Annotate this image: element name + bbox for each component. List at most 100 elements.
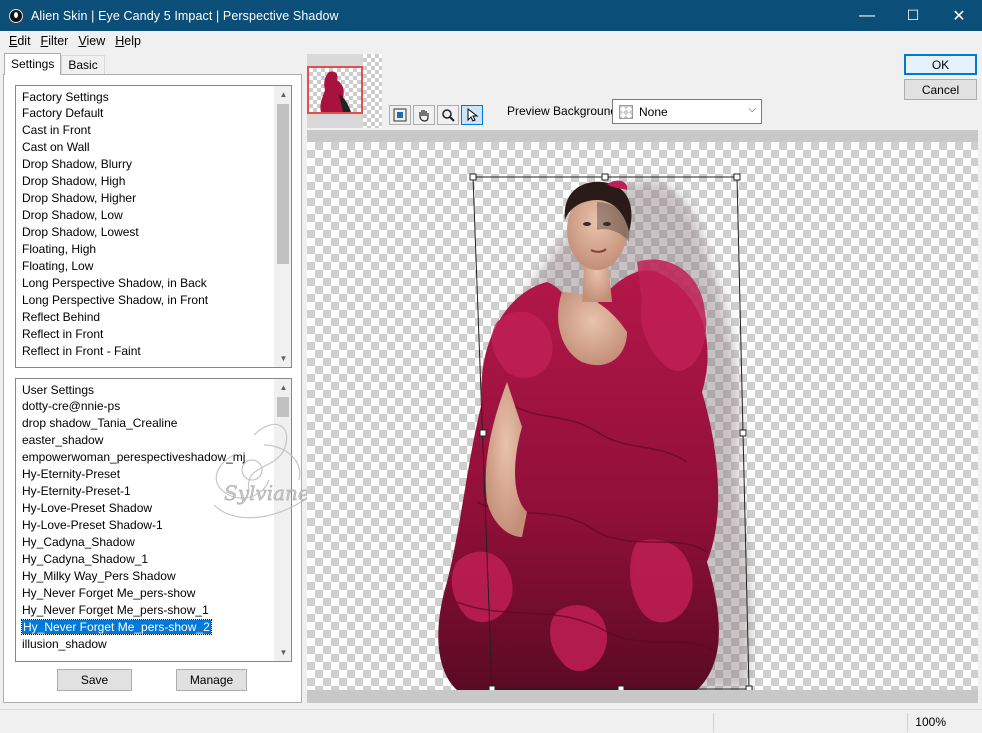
list-item-label: Drop Shadow, High [22, 174, 126, 188]
list-item[interactable]: Long Perspective Shadow, in Front [16, 292, 274, 309]
settings-panel: Factory Settings Factory Default Cast in … [3, 74, 310, 703]
list-item-label: Drop Shadow, Low [22, 208, 123, 222]
thumbnail-image [320, 71, 351, 112]
list-item-label: dotty-cre@nnie-ps [22, 399, 121, 413]
factory-settings-header: Factory Settings [22, 90, 109, 104]
list-item[interactable]: Hy_Never Forget Me_pers-show [16, 585, 274, 602]
list-item-label: drop shadow_Tania_Crealine [22, 416, 178, 430]
scroll-down-icon[interactable]: ▼ [275, 644, 291, 661]
app-icon[interactable] [9, 8, 23, 23]
list-item[interactable]: Hy_Cadyna_Shadow [16, 534, 274, 551]
factory-scroll-thumb[interactable] [277, 104, 289, 264]
list-item-label: Hy_Milky Way_Pers Shadow [22, 569, 176, 583]
list-item-label: Drop Shadow, Blurry [22, 157, 133, 171]
scroll-down-icon[interactable]: ▼ [275, 350, 291, 367]
list-item[interactable]: Reflect in Front - Faint [16, 343, 274, 360]
factory-settings-list[interactable]: Factory Settings Factory Default Cast in … [15, 85, 292, 368]
list-item[interactable]: Factory Default [16, 105, 274, 122]
list-item-label: Floating, Low [22, 259, 94, 273]
list-item-label: Reflect Behind [22, 310, 101, 324]
list-item[interactable]: Hy_Cadyna_Shadow_1 [16, 551, 274, 568]
list-item[interactable]: Hy_Never Forget Me_pers-show_1 [16, 602, 274, 619]
list-item-label: Hy-Eternity-Preset-1 [22, 484, 131, 498]
menu-help[interactable]: Help [110, 34, 146, 48]
list-item-label: Floating, High [22, 242, 97, 256]
settings-tabs: Settings Basic [4, 53, 105, 75]
close-button[interactable]: ✕ [936, 0, 982, 31]
list-item-label: Hy-Love-Preset Shadow-1 [22, 518, 163, 532]
list-item[interactable]: illusion_shadow [16, 636, 274, 653]
preview-background-value: None [639, 104, 668, 119]
manage-button[interactable]: Manage [176, 669, 247, 691]
list-item[interactable]: Floating, Low [16, 258, 274, 275]
list-item-label: Factory Default [22, 106, 104, 120]
list-item[interactable]: Drop Shadow, Higher [16, 190, 274, 207]
toggle-preview-icon[interactable] [389, 105, 411, 125]
hand-icon[interactable] [413, 105, 435, 125]
list-item-label: Hy-Eternity-Preset [22, 467, 121, 481]
list-item-label: Long Perspective Shadow, in Back [22, 276, 207, 290]
list-item[interactable]: Long Perspective Shadow, in Back [16, 275, 274, 292]
zoom-level: 100% [915, 715, 946, 729]
preview-frame [307, 130, 978, 703]
list-item[interactable]: Hy_Milky Way_Pers Shadow [16, 568, 274, 585]
list-item-label: Hy_Never Forget Me_pers-show_2 [21, 619, 212, 635]
factory-scrollbar[interactable]: ▲ ▼ [274, 86, 291, 367]
list-item-label: Hy_Never Forget Me_pers-show_1 [22, 603, 209, 617]
list-item-label: Hy_Never Forget Me_pers-show [22, 586, 196, 600]
list-item-label: Cast in Front [22, 123, 91, 137]
list-item[interactable]: Drop Shadow, Blurry [16, 156, 274, 173]
list-item[interactable]: Floating, High [16, 241, 274, 258]
navigator-thumbnail[interactable] [307, 54, 382, 128]
list-item-label: Hy_Cadyna_Shadow_1 [22, 552, 149, 566]
list-item-label: Long Perspective Shadow, in Front [22, 293, 209, 307]
list-item[interactable]: Drop Shadow, Lowest [16, 224, 274, 241]
list-item-label: Hy_Cadyna_Shadow [22, 535, 135, 549]
save-button[interactable]: Save [57, 669, 132, 691]
transparent-swatch-icon [619, 104, 633, 119]
list-item-label: Reflect in Front - Faint [22, 344, 141, 358]
chevron-down-icon: ⌵ [748, 104, 756, 115]
menu-view[interactable]: View [73, 34, 110, 48]
menu-bar: Edit Filter View Help [0, 31, 982, 51]
preview-background-label: Preview Background: [507, 104, 621, 118]
minimize-button[interactable]: — [844, 0, 890, 31]
preview-image [438, 173, 753, 690]
list-item[interactable]: Hy_Never Forget Me_pers-show_2 [16, 619, 274, 636]
status-bar: 100% [0, 709, 982, 733]
tab-basic[interactable]: Basic [61, 55, 105, 74]
list-item[interactable]: Drop Shadow, High [16, 173, 274, 190]
list-item[interactable]: dotty-cre@nnie-ps [16, 398, 274, 415]
list-item-label: Cast on Wall [22, 140, 90, 154]
pointer-icon[interactable] [461, 105, 483, 125]
preview-toolbar [389, 105, 483, 125]
list-item[interactable]: Cast on Wall [16, 139, 274, 156]
title-bar: Alien Skin | Eye Candy 5 Impact | Perspe… [0, 0, 982, 31]
list-item-label: illusion_shadow [22, 637, 107, 651]
list-item[interactable]: Reflect Behind [16, 309, 274, 326]
user-settings-header: User Settings [22, 383, 95, 397]
menu-filter[interactable]: Filter [36, 34, 74, 48]
list-item-label: easter_shadow [22, 433, 104, 447]
window-title: Alien Skin | Eye Candy 5 Impact | Perspe… [31, 8, 339, 23]
list-item[interactable]: Cast in Front [16, 122, 274, 139]
list-item-label: Drop Shadow, Higher [22, 191, 137, 205]
ok-button[interactable]: OK [904, 54, 977, 75]
scroll-up-icon[interactable]: ▲ [275, 86, 291, 103]
maximize-button[interactable]: ☐ [890, 0, 936, 31]
list-item-label: Reflect in Front [22, 327, 104, 341]
zoom-icon[interactable] [437, 105, 459, 125]
menu-edit[interactable]: Edit [4, 34, 36, 48]
list-item[interactable]: Drop Shadow, Low [16, 207, 274, 224]
preview-background-select[interactable]: None ⌵ [612, 99, 762, 124]
list-item[interactable]: Reflect in Front [16, 326, 274, 343]
user-scroll-thumb[interactable] [277, 397, 289, 417]
navigator-view-rect[interactable] [307, 66, 363, 114]
scroll-up-icon[interactable]: ▲ [275, 379, 291, 396]
list-item-label: Hy-Love-Preset Shadow [22, 501, 153, 515]
cancel-button[interactable]: Cancel [904, 79, 977, 100]
watermark-text: Sylviane [224, 481, 310, 505]
list-item-label: Drop Shadow, Lowest [22, 225, 139, 239]
preview-canvas[interactable] [307, 142, 978, 690]
tab-settings[interactable]: Settings [4, 53, 62, 75]
